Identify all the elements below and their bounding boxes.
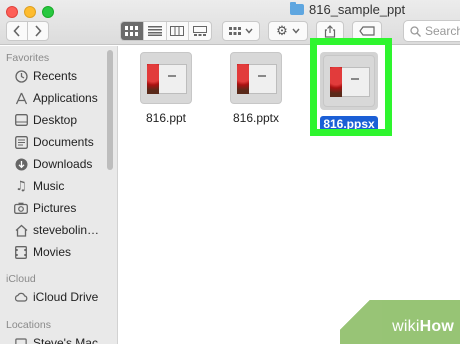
camera-icon: [14, 201, 28, 215]
sidebar-item-label: Downloads: [33, 157, 93, 171]
sidebar-heading-icloud: iCloud: [6, 273, 36, 285]
sidebar-item-label: Steve's Mac: [33, 336, 98, 344]
file-item[interactable]: 816.ppt: [126, 52, 206, 126]
chevron-left-icon: [13, 25, 20, 37]
chevron-down-icon: [292, 28, 300, 34]
sidebar-item-label: Pictures: [33, 201, 77, 215]
home-icon: [14, 223, 28, 237]
sidebar-item-applications[interactable]: Applications: [14, 88, 98, 108]
sidebar-item-home[interactable]: stevebolin…: [14, 220, 99, 240]
sidebar-item-documents[interactable]: Documents: [14, 132, 94, 152]
column-view-button[interactable]: [167, 22, 190, 40]
minimize-window-button[interactable]: [24, 6, 36, 18]
sidebar-item-mac[interactable]: Steve's Mac: [14, 333, 98, 344]
window-title: 816_sample_ppt: [290, 2, 405, 17]
gallery-icon: [193, 26, 208, 36]
sidebar-item-icloud-drive[interactable]: iCloud Drive: [14, 287, 98, 307]
music-icon: ♫: [15, 178, 27, 194]
back-button[interactable]: [6, 21, 28, 41]
slide-text-mark: [168, 75, 176, 77]
search-placeholder: Search: [425, 24, 460, 38]
download-icon: [14, 157, 28, 171]
list-view-button[interactable]: [144, 22, 167, 40]
presentation-thumbnail: [140, 52, 192, 104]
file-name: 816.ppt: [145, 111, 187, 125]
presentation-thumbnail: [230, 52, 282, 104]
group-by-button[interactable]: [222, 21, 260, 41]
columns-icon: [170, 26, 185, 36]
sidebar-item-pictures[interactable]: Pictures: [14, 198, 76, 218]
watermark-logo: wikiHow: [392, 318, 454, 336]
chevron-right-icon: [35, 25, 42, 37]
close-window-button[interactable]: [6, 6, 18, 18]
sidebar-item-downloads[interactable]: Downloads: [14, 154, 92, 174]
clock-icon: [14, 69, 28, 83]
icon-view-button[interactable]: [121, 22, 144, 40]
sidebar-item-label: stevebolin…: [33, 223, 100, 237]
sidebar-item-label: Documents: [33, 135, 94, 149]
chevron-down-icon: [245, 28, 253, 34]
search-field[interactable]: Search: [403, 20, 460, 42]
search-icon: [410, 25, 421, 37]
sidebar-item-label: Desktop: [33, 113, 78, 127]
watermark-suffix: How: [419, 318, 454, 335]
sidebar-scrollbar[interactable]: [107, 50, 113, 170]
forward-button[interactable]: [27, 21, 49, 41]
sidebar-item-desktop[interactable]: Desktop: [14, 110, 77, 130]
sidebar-item-music[interactable]: ♫ Music: [14, 176, 64, 196]
slide-image: [147, 64, 159, 94]
tag-icon: [359, 26, 375, 36]
window-title-text: 816_sample_ppt: [309, 2, 406, 17]
desktop-icon: [14, 113, 28, 127]
sidebar-item-movies[interactable]: Movies: [14, 242, 71, 262]
grid-icon: [124, 26, 138, 36]
gallery-view-button[interactable]: [189, 22, 211, 40]
watermark: wikiHow: [340, 300, 460, 344]
sidebar: Favorites Recents Applications Desktop D…: [0, 46, 118, 344]
sidebar-item-label: Music: [33, 179, 65, 193]
sidebar-item-label: iCloud Drive: [33, 290, 99, 304]
sidebar-item-label: Movies: [33, 245, 72, 259]
thumbnail-frame: [140, 52, 192, 104]
view-mode-control: [120, 21, 212, 41]
slide-image: [237, 64, 249, 94]
gear-icon: ⚙: [276, 23, 288, 39]
thumbnail-frame: [230, 52, 282, 104]
sidebar-heading-favorites: Favorites: [6, 52, 50, 64]
film-icon: [14, 245, 28, 259]
share-icon: [324, 24, 336, 38]
sidebar-item-label: Recents: [33, 69, 78, 83]
sidebar-heading-locations: Locations: [6, 319, 51, 331]
grid-icon: [229, 26, 241, 35]
slide-text-mark: [258, 75, 266, 77]
file-item[interactable]: 816.pptx: [216, 52, 296, 126]
applications-icon: [14, 91, 28, 105]
selection-highlight-frame: [310, 38, 392, 136]
watermark-prefix: wiki: [392, 318, 420, 335]
sidebar-item-label: Applications: [33, 91, 98, 105]
list-icon: [147, 26, 162, 36]
zoom-window-button[interactable]: [42, 6, 54, 18]
folder-icon: [290, 2, 304, 15]
document-icon: [14, 135, 28, 149]
cloud-icon: [14, 290, 28, 304]
file-name: 816.pptx: [232, 111, 280, 125]
action-menu-button[interactable]: ⚙: [268, 21, 308, 41]
sidebar-item-recents[interactable]: Recents: [14, 66, 77, 86]
laptop-icon: [14, 336, 28, 344]
